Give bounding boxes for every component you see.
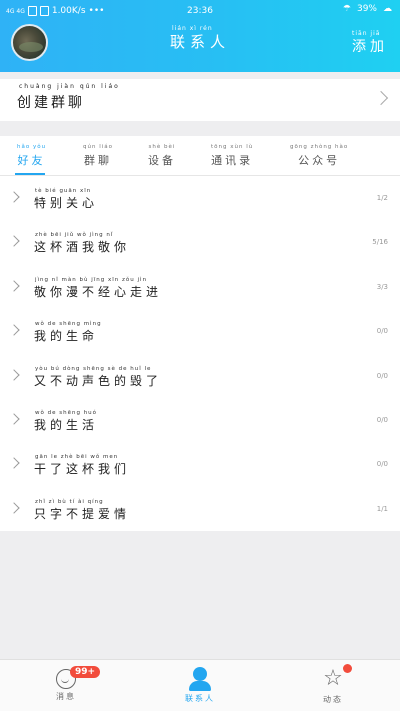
chevron-right-icon bbox=[373, 90, 389, 106]
list-item[interactable]: zhè bēi jiǔ wǒ jìng nǐ 这杯酒我敬你 5/16 bbox=[0, 220, 400, 264]
page-title-text: 联系人 bbox=[169, 33, 230, 51]
group-count: 0/0 bbox=[376, 327, 388, 336]
nav-label: 动态 bbox=[323, 695, 343, 704]
chevron-right-icon bbox=[8, 368, 20, 381]
network-speed: 1.00K/s bbox=[51, 6, 86, 16]
nav-label: 消息 bbox=[56, 692, 76, 701]
list-item[interactable]: gān le zhè bēi wǒ men 干了这杯我们 0/0 bbox=[0, 442, 400, 486]
chevron-right-icon bbox=[8, 413, 20, 425]
group-name: 特别关心 bbox=[34, 196, 99, 210]
tab-label: 设备 bbox=[148, 154, 176, 167]
tab-pinyin: hǎo yǒu bbox=[17, 144, 47, 150]
chevron-right-icon bbox=[8, 457, 20, 470]
tab-pinyin: qún liáo bbox=[83, 144, 114, 150]
add-pinyin: tiān jiā bbox=[352, 30, 381, 37]
group-name: 我的生活 bbox=[34, 417, 99, 432]
group-count: 5/16 bbox=[372, 238, 388, 247]
group-count: 1/1 bbox=[376, 504, 388, 513]
notification-icon bbox=[39, 6, 49, 16]
more-dots: ••• bbox=[88, 6, 105, 16]
tab-pinyin: shè bèi bbox=[148, 144, 176, 150]
tab-label: 好友 bbox=[17, 154, 46, 167]
page-title: lián xì rén 联系人 bbox=[0, 25, 400, 52]
list-item[interactable]: jìng nǐ màn bù jīng xīn zǒu jìn 敬你漫不经心走进… bbox=[0, 265, 400, 309]
nav-contacts[interactable]: 联系人 bbox=[170, 664, 230, 704]
app-header: 4G 4G 1.00K/s ••• 23:36 ☂ 39% ☁ lián xì … bbox=[0, 0, 400, 72]
list-item[interactable]: wǒ de shēng huó 我的生活 0/0 bbox=[0, 398, 400, 442]
nav-moments[interactable]: ☆ 动态 bbox=[303, 664, 363, 705]
list-item[interactable]: tè bié guān xīn 特别关心 1/2 bbox=[0, 176, 400, 220]
chevron-right-icon bbox=[8, 191, 20, 203]
status-bar: 4G 4G 1.00K/s ••• 23:36 ☂ 39% ☁ bbox=[0, 0, 400, 22]
tab-pinyin: tōng xùn lù bbox=[211, 144, 254, 150]
notification-dot bbox=[343, 664, 352, 673]
nav-messages[interactable]: 99+ 消息 bbox=[36, 664, 101, 702]
group-count: 0/0 bbox=[376, 371, 388, 380]
tab-address-book[interactable]: tōng xùn lù 通讯录 bbox=[211, 144, 253, 168]
group-name: 只字不提爱情 bbox=[34, 506, 131, 521]
create-group-pinyin: chuàng jiàn qún liáo bbox=[19, 83, 120, 90]
group-name: 敬你漫不经心走进 bbox=[34, 284, 163, 299]
sim-icon bbox=[27, 6, 37, 16]
create-group-label: 创建群聊 bbox=[17, 95, 85, 111]
group-list: tè bié guān xīn 特别关心 1/2 zhè bēi jiǔ wǒ … bbox=[0, 176, 400, 532]
tab-friends[interactable]: hǎo yǒu 好友 bbox=[17, 144, 46, 168]
umbrella-icon: ☂ bbox=[342, 4, 351, 14]
contacts-icon bbox=[189, 667, 211, 691]
group-count: 3/3 bbox=[376, 282, 388, 291]
list-item[interactable]: zhǐ zì bù tí ài qíng 只字不提爱情 1/1 bbox=[0, 487, 400, 531]
unread-badge: 99+ bbox=[70, 666, 101, 678]
network-indicator: 4G 4G bbox=[6, 7, 25, 15]
group-name: 干了这杯我们 bbox=[34, 462, 131, 477]
chevron-right-icon bbox=[8, 324, 20, 336]
group-name: 又不动声色的毁了 bbox=[34, 373, 163, 388]
create-group-label-wrap: chuàng jiàn qún liáo 创建群聊 bbox=[17, 83, 118, 112]
chevron-right-icon bbox=[8, 280, 20, 292]
tab-groups[interactable]: qún liáo 群聊 bbox=[83, 144, 113, 168]
contact-tabs: hǎo yǒu 好友 qún liáo 群聊 shè bèi 设备 tōng x… bbox=[0, 136, 400, 176]
tab-pinyin: gōng zhòng hào bbox=[290, 144, 349, 150]
group-count: 0/0 bbox=[376, 415, 388, 424]
page-title-pinyin: lián xì rén bbox=[171, 25, 213, 32]
list-item[interactable]: wǒ de shēng mìng 我的生命 0/0 bbox=[0, 309, 400, 353]
battery-level: 39% bbox=[356, 4, 377, 14]
tab-official-accounts[interactable]: gōng zhòng hào 公众号 bbox=[290, 144, 348, 168]
chevron-right-icon bbox=[8, 502, 20, 514]
add-label: 添加 bbox=[352, 39, 388, 55]
tab-label: 群聊 bbox=[84, 154, 112, 167]
group-name: 这杯酒我敬你 bbox=[34, 240, 131, 255]
group-count: 1/2 bbox=[376, 194, 388, 202]
active-tab-indicator bbox=[15, 173, 45, 175]
tab-label: 公众号 bbox=[298, 154, 341, 167]
nav-label: 联系人 bbox=[185, 694, 215, 703]
tab-devices[interactable]: shè bèi 设备 bbox=[148, 144, 176, 168]
group-count: 0/0 bbox=[376, 460, 388, 469]
chevron-right-icon bbox=[8, 235, 20, 248]
weather-icon: ☁ bbox=[383, 4, 392, 14]
tab-label: 通讯录 bbox=[211, 154, 254, 167]
star-icon: ☆ bbox=[323, 666, 343, 691]
create-group-row[interactable]: chuàng jiàn qún liáo 创建群聊 bbox=[0, 79, 400, 121]
group-name: 我的生命 bbox=[34, 329, 99, 344]
bottom-nav: 99+ 消息 联系人 ☆ 动态 bbox=[0, 659, 400, 711]
add-button[interactable]: tiān jiā 添加 bbox=[352, 30, 388, 56]
list-item[interactable]: yòu bú dòng shēng sè de huǐ le 又不动声色的毁了 … bbox=[0, 354, 400, 398]
